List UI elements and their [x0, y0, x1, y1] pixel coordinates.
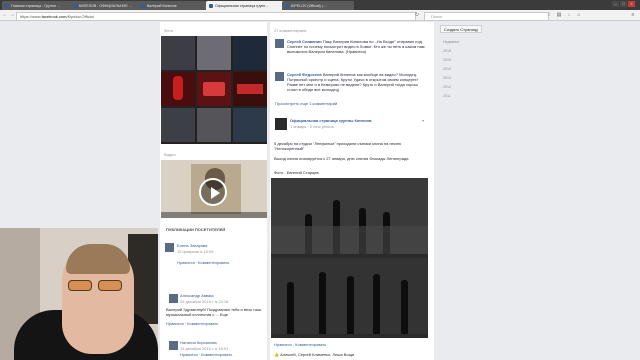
timeline-year-link[interactable]: 2016 [443, 49, 451, 53]
timeline-year-link[interactable]: 2014 [443, 67, 451, 71]
tab-label: Валерий Кипелов [147, 3, 177, 8]
post-meta[interactable]: 1 января · 2 new photos [290, 124, 334, 129]
browser-tab-3[interactable]: Валерий Кипелов [138, 1, 210, 10]
star-icon[interactable]: ☆ [546, 12, 552, 19]
facebook-favicon-icon [5, 3, 9, 8]
band-photo-1[interactable] [271, 178, 428, 254]
browser-address-bar: ← → https://www.facebook.com/Kipelov.Off… [0, 10, 640, 21]
photo-thumbnail[interactable] [197, 72, 231, 106]
post-page-name[interactable]: Официальная страница группы Кипелов [290, 118, 371, 123]
photo-thumbnail[interactable] [197, 36, 231, 70]
maximize-button[interactable]: □ [620, 1, 627, 7]
facebook-favicon-icon [209, 3, 213, 8]
post-actions[interactable]: Нравится · Комментировать [274, 342, 326, 347]
avatar[interactable] [275, 72, 284, 81]
photo-thumbnail[interactable] [161, 108, 195, 142]
tab-label: KIPELOV (Official) | ... [291, 3, 327, 8]
post-photo[interactable] [271, 178, 428, 338]
visitor-post-meta[interactable]: 24 декабря 2015 г. в 16:01 [180, 346, 228, 351]
menu-icon[interactable]: ≡ [630, 12, 636, 19]
url-host: facebook.com [41, 14, 67, 19]
back-icon[interactable]: ← [2, 12, 8, 19]
tab-label: КИПЕЛОВ - ОФИЦИАЛЬНОЕ ... [79, 3, 132, 8]
comments-count[interactable]: 27 комментариев [274, 28, 306, 33]
photo-thumbnail[interactable] [233, 108, 267, 142]
vk-favicon-icon [141, 3, 145, 8]
url-field[interactable]: https://www.facebook.com/Kipelov.Officia… [16, 12, 416, 21]
visitor-posts-heading: ПУБЛИКАЦИИ ПОСЕТИТЕЛЕЙ [166, 227, 226, 232]
timeline-year-link[interactable]: 2013 [443, 76, 451, 80]
photo-grid [161, 36, 267, 144]
photo-thumbnail[interactable] [233, 72, 267, 106]
video-controls[interactable] [161, 212, 267, 218]
photo-thumbnail[interactable] [161, 36, 195, 70]
post-likes-names[interactable]: Алексей, Сергей Клименко, Леша Вощи [280, 352, 354, 357]
timeline-year-link[interactable]: Недавние [443, 40, 460, 44]
webcam-person-glasses [68, 280, 124, 291]
photos-label: Фото [164, 28, 174, 33]
visitor-post-author[interactable]: Александр Аввакс [180, 293, 214, 298]
photo-thumbnail[interactable] [197, 108, 231, 142]
photo-thumbnail[interactable] [161, 72, 195, 106]
post-options-icon[interactable]: ▾ [422, 118, 424, 123]
tab-label: Официальная страница групп... [215, 3, 269, 8]
browser-tab-2[interactable]: КИПЕЛОВ - ОФИЦИАЛЬНОЕ ... [70, 1, 142, 10]
webcam-person-hair [66, 244, 130, 274]
comment: Сергей Федосеев Валерий Кипелов как вооб… [287, 72, 427, 92]
download-icon[interactable]: ↓ [566, 12, 572, 19]
browser-tab-active[interactable]: Официальная страница групп... [206, 1, 286, 10]
timeline-year-link[interactable]: 2015 [443, 58, 451, 62]
home-icon[interactable]: ⌂ [576, 12, 582, 19]
visitor-post-body: Валерий Здравствуй! Поздравляю тебя и ве… [166, 307, 262, 317]
facebook-favicon-icon [285, 3, 289, 8]
reload-icon[interactable]: ↻ [414, 12, 420, 19]
close-window-button[interactable]: × [628, 1, 635, 7]
visitor-post-actions[interactable]: Нравится · Комментировать [177, 260, 229, 265]
create-page-button[interactable]: Создать Страницу [440, 25, 482, 33]
url-prefix: https://www. [20, 14, 42, 19]
comment: Сергей Славянин Пакр Валерия Кипелова по… [287, 39, 427, 54]
avatar[interactable] [275, 39, 284, 48]
avatar[interactable] [165, 243, 174, 252]
timeline-year-link[interactable]: 2012 [443, 85, 451, 89]
timeline-year-link[interactable]: 2011 [443, 94, 451, 98]
post-likes: 👍 Алексей, Сергей Клименко, Леша Вощи [274, 352, 354, 357]
post-text: 5 декабря на студии "Ленфильм" проходили… [274, 141, 402, 151]
minimize-button[interactable]: – [612, 1, 619, 7]
browser-tab-bar: Главная страница - Группа ... КИПЕЛОВ - … [0, 0, 640, 10]
view-more-comments-link[interactable]: Просмотреть еще 1 комментарий [275, 101, 337, 106]
bookmarks-icon[interactable]: ▤ [556, 12, 562, 19]
visitor-post-meta[interactable]: 15 февраля в 15:05 [177, 249, 214, 254]
browser-search-input[interactable]: Поиск [424, 12, 549, 21]
url-path: /Kipelov.Official [66, 14, 94, 19]
avatar[interactable] [169, 341, 178, 350]
browser-tab-1[interactable]: Главная страница - Группа ... [2, 1, 74, 10]
visitor-post-meta[interactable]: 26 декабря 2015 г. в 22:18 [180, 299, 228, 304]
forward-icon[interactable]: → [9, 12, 15, 19]
visitor-post-actions[interactable]: Нравится · Комментировать [180, 352, 232, 357]
page-avatar[interactable] [275, 118, 287, 130]
browser-tab-5[interactable]: KIPELOV (Official) | ... [282, 1, 354, 10]
band-photo-2[interactable] [271, 258, 428, 334]
like-icon: 👍 [274, 352, 279, 357]
tab-label: Главная страница - Группа ... [11, 3, 60, 8]
vk-favicon-icon [73, 3, 77, 8]
video-label: Видео [164, 152, 176, 157]
image-caption: Выход клипа планируется к 27 января, дню… [274, 156, 409, 161]
play-video-icon[interactable] [199, 178, 227, 206]
photo-thumbnail[interactable] [233, 36, 267, 70]
visitor-post-actions[interactable]: Нравится · Комментировать [166, 321, 218, 326]
visitor-post-author[interactable]: Наталия Кирсанова [180, 340, 217, 345]
photo-credit: Фото - Евгений Старцев [274, 170, 319, 175]
visitor-post-author[interactable]: Елена Захарова [177, 243, 207, 248]
avatar[interactable] [169, 294, 178, 303]
